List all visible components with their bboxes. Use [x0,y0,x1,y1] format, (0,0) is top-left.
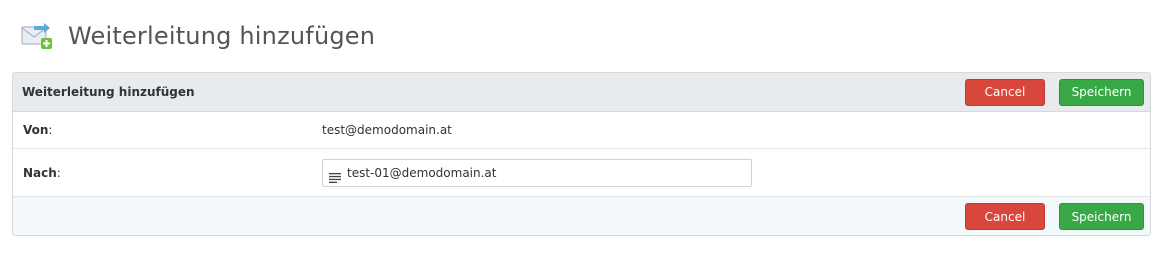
page-title: Weiterleitung hinzufügen [68,22,376,50]
to-label: Nach: [23,166,322,180]
footer-save-button[interactable]: Speichern [1059,203,1144,230]
forward-form-panel: Weiterleitung hinzufügen Cancel Speicher… [12,72,1151,236]
from-label-colon: : [48,123,53,137]
cancel-button[interactable]: Cancel [965,78,1045,106]
footer-button-group: Cancel Speichern [965,203,1144,230]
from-value: test@demodomain.at [322,123,452,137]
list-icon [329,168,341,183]
save-button[interactable]: Speichern [1059,78,1144,106]
panel-header: Weiterleitung hinzufügen Cancel Speicher… [13,73,1150,112]
from-label: Von: [23,123,322,137]
to-label-colon: : [56,165,61,180]
mail-forward-add-icon [20,21,54,51]
to-field[interactable] [322,158,752,187]
panel-footer: Cancel Speichern [13,197,1150,235]
footer-cancel-button[interactable]: Cancel [965,203,1045,230]
from-label-text: Von [23,123,49,137]
to-input[interactable] [347,165,742,180]
header-button-group: Cancel Speichern [965,78,1144,106]
panel-title: Weiterleitung hinzufügen [22,85,195,99]
to-label-text: Nach [23,165,57,180]
from-row: Von: test@demodomain.at [13,112,1150,149]
page-header: Weiterleitung hinzufügen [20,14,375,58]
to-row: Nach: [13,149,1150,197]
